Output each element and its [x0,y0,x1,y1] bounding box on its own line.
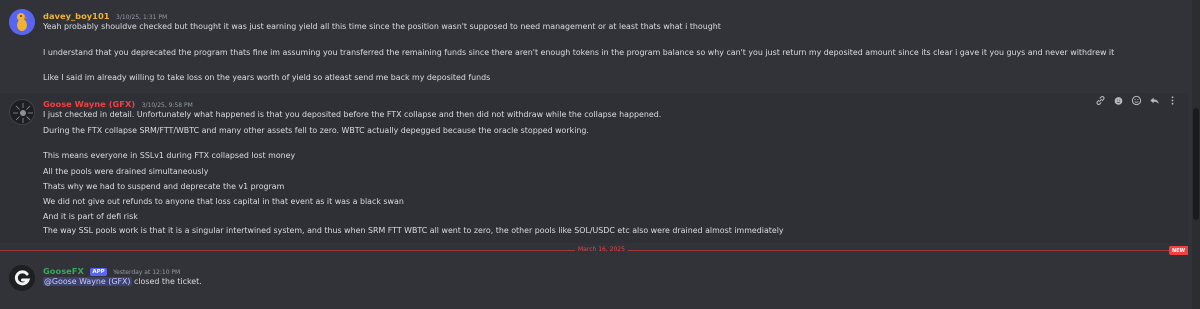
author-name[interactable]: davey_boy101 [43,11,110,21]
app-tag: APP [90,268,107,276]
user-mention[interactable]: @Goose Wayne (GFX) [43,277,132,286]
message-toolbar [1090,90,1182,110]
message-line: During the FTX collapse SRM/FTT/WBTC and… [43,126,589,135]
duck-avatar-icon [9,9,35,35]
message-line: This means everyone in SSLv1 during FTX … [43,151,296,160]
timestamp: 3/10/25, 9:58 PM [141,102,193,109]
message-line: The way SSL pools work is that it is a s… [43,226,784,235]
message-line: I just checked in detail. Unfortunately … [43,110,662,119]
author-name[interactable]: GooseFX [43,266,84,276]
message-line: We did not give out refunds to anyone th… [43,197,404,206]
author-name[interactable]: Goose Wayne (GFX) [43,99,135,109]
message-line: Like I said im already willing to take l… [43,73,491,82]
goosefx-logo-icon [9,265,35,291]
message-line: Thats why we had to suspend and deprecat… [43,182,285,191]
message-goose-wayne: Goose Wayne (GFX) 3/10/25, 9:58 PM I jus… [0,93,1188,243]
more-icon[interactable] [1166,94,1178,106]
system-message-body: closed the ticket. [131,277,202,286]
avatar[interactable] [9,265,35,291]
message-line: I understand that you deprecated the pro… [43,48,1115,57]
scrollbar-track[interactable] [1192,0,1200,309]
message-line: All the pools were drained simultaneousl… [43,167,209,176]
message-header: davey_boy101 3/10/25, 1:31 PM [43,11,167,21]
timestamp: Yesterday at 12:10 PM [113,269,181,276]
message-header: GooseFX APP Yesterday at 12:10 PM [43,266,180,276]
message-davey: davey_boy101 3/10/25, 1:31 PM Yeah proba… [0,0,1188,90]
message-line: Yeah probably shouldve checked but thoug… [43,22,721,31]
add-reaction-icon[interactable] [1112,94,1124,106]
avatar[interactable] [9,9,35,35]
reply-icon[interactable] [1148,94,1160,106]
message-line: And it is part of defi risk [43,212,138,221]
avatar[interactable] [9,99,35,125]
timestamp: 3/10/25, 1:31 PM [116,14,168,21]
new-badge: NEW [1169,246,1188,255]
scrollbar-thumb[interactable] [1193,108,1199,220]
sunburst-avatar-icon [11,101,34,124]
system-message-text: @Goose Wayne (GFX) closed the ticket. [43,277,202,287]
message-goosefx-system: GooseFX APP Yesterday at 12:10 PM @Goose… [0,259,1188,299]
message-header: Goose Wayne (GFX) 3/10/25, 9:58 PM [43,99,193,109]
divider-date: March 16, 2025 [575,245,628,255]
link-icon[interactable] [1094,94,1106,106]
chat-messages: davey_boy101 3/10/25, 1:31 PM Yeah proba… [0,0,1200,309]
emoji-icon[interactable] [1130,94,1142,106]
